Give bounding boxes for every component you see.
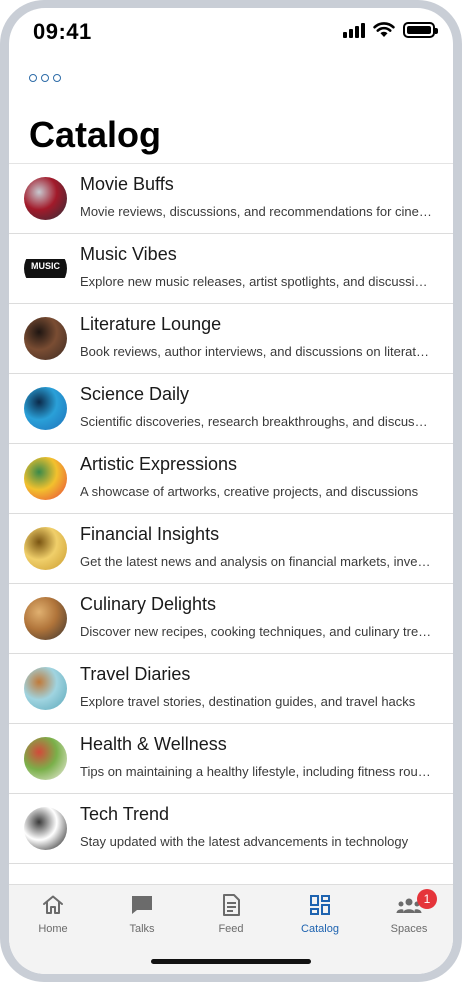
- tab-feed[interactable]: Feed: [187, 893, 275, 943]
- catalog-item-title: Artistic Expressions: [80, 454, 238, 474]
- catalog-item-title: Financial Insights: [80, 524, 220, 544]
- tab-label: Feed: [218, 923, 244, 935]
- catalog-item-title: Culinary Delights: [80, 594, 217, 614]
- catalog-item[interactable]: Health & Wellness Tips on maintaining a h…: [9, 724, 453, 794]
- catalog-item-title: Tech Trend: [80, 804, 170, 824]
- catalog-item[interactable]: Literature Lounge Book reviews, author in…: [9, 304, 453, 374]
- chat-bubble-icon: [132, 896, 152, 914]
- avatar: [24, 457, 67, 500]
- tab-home[interactable]: Home: [9, 893, 97, 943]
- avatar-logo-text: MUSIC: [31, 261, 60, 271]
- status-time: 09:41: [33, 19, 92, 44]
- screen: 09:41 Catalog Movie Buffs Movie reviews, …: [9, 8, 453, 974]
- catalog-item[interactable]: Financial Insights Get the latest news an…: [9, 514, 453, 584]
- catalog-item-description: Movie reviews, discussions, and recommen…: [80, 204, 432, 219]
- tab-label: Talks: [129, 923, 155, 935]
- catalog-item[interactable]: Travel Diaries Explore travel stories, de…: [9, 654, 453, 724]
- grid-icon: [310, 895, 330, 915]
- catalog-item-title: Music Vibes: [80, 244, 177, 264]
- catalog-item-title: Travel Diaries: [80, 664, 191, 684]
- tab-talks[interactable]: Talks: [98, 893, 186, 943]
- catalog-item[interactable]: Movie Buffs Movie reviews, discussions, a…: [9, 164, 453, 234]
- catalog-item-description: Tips on maintaining a healthy lifestyle,…: [80, 764, 432, 779]
- catalog-item-description: A showcase of artworks, creative project…: [80, 484, 419, 499]
- tab-label: Spaces: [390, 923, 428, 935]
- more-options-button[interactable]: [29, 74, 61, 82]
- tab-catalog[interactable]: Catalog: [276, 893, 364, 943]
- catalog-item-description: Get the latest news and analysis on fina…: [80, 554, 432, 569]
- catalog-item-description: Explore travel stories, destination guid…: [80, 694, 416, 709]
- tab-label: Catalog: [301, 923, 339, 935]
- catalog-item-description: Book reviews, author interviews, and dis…: [80, 344, 432, 359]
- avatar: [24, 737, 67, 780]
- cellular-signal-icon: [343, 22, 365, 38]
- avatar: MUSIC: [24, 247, 67, 290]
- avatar: [24, 597, 67, 640]
- catalog-item-title: Literature Lounge: [80, 314, 222, 334]
- page-title: Catalog: [29, 114, 162, 155]
- catalog-item-description: Discover new recipes, cooking techniques…: [80, 624, 432, 639]
- catalog-item[interactable]: MUSIC Music Vibes Explore new music releas…: [9, 234, 453, 304]
- catalog-list: Movie Buffs Movie reviews, discussions, a…: [9, 163, 453, 864]
- catalog-item-description: Explore new music releases, artist spotl…: [80, 274, 432, 289]
- document-icon: [223, 894, 240, 916]
- tab-label: Home: [38, 923, 68, 935]
- catalog-item[interactable]: Culinary Delights Discover new recipes, c…: [9, 584, 453, 654]
- tab-spaces[interactable]: 1 Spaces: [365, 889, 453, 943]
- catalog-item-description: Scientific discoveries, research breakth…: [80, 414, 432, 429]
- catalog-item-description: Stay updated with the latest advancement…: [80, 834, 409, 849]
- avatar: [24, 177, 67, 220]
- device-frame: 09:41 Catalog Movie Buffs Movie reviews, …: [0, 0, 462, 982]
- status-bar: 09:41: [9, 8, 453, 56]
- status-icons: [343, 22, 438, 38]
- notification-badge: 1: [417, 889, 437, 909]
- catalog-item-title: Science Daily: [80, 384, 190, 404]
- avatar: [24, 527, 67, 570]
- avatar: [24, 807, 67, 850]
- wifi-icon: [373, 22, 395, 37]
- battery-icon: [403, 22, 438, 38]
- avatar: [24, 667, 67, 710]
- home-indicator: [151, 959, 311, 964]
- catalog-item[interactable]: Tech Trend Stay updated with the latest a…: [9, 794, 453, 864]
- catalog-item-title: Health & Wellness: [80, 734, 227, 754]
- catalog-item[interactable]: Science Daily Scientific discoveries, res…: [9, 374, 453, 444]
- avatar: [24, 387, 67, 430]
- catalog-item-title: Movie Buffs: [80, 174, 174, 194]
- catalog-item[interactable]: Artistic Expressions A showcase of artwor…: [9, 444, 453, 514]
- avatar: [24, 317, 67, 360]
- home-icon: [43, 895, 63, 914]
